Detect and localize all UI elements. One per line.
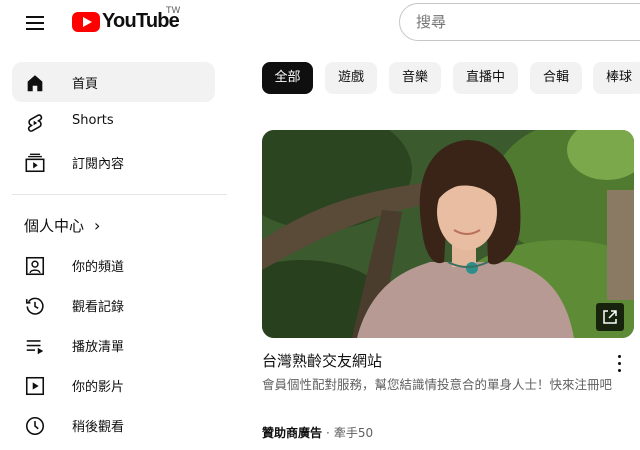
external-link-icon bbox=[603, 310, 617, 324]
sidebar-item-shorts[interactable]: Shorts bbox=[12, 102, 215, 142]
region-code: TW bbox=[166, 6, 181, 16]
chip-music[interactable]: 音樂 bbox=[389, 62, 441, 94]
ad-thumbnail-image bbox=[262, 130, 634, 338]
chip-live[interactable]: 直播中 bbox=[453, 62, 518, 94]
sidebar-item-playlists[interactable]: 播放清單 bbox=[12, 325, 215, 365]
history-icon bbox=[25, 297, 44, 315]
subscriptions-icon bbox=[25, 153, 45, 173]
chip-baseball[interactable]: 棒球 bbox=[593, 62, 640, 94]
watch-later-icon bbox=[25, 416, 45, 436]
search-input[interactable] bbox=[416, 12, 636, 32]
sidebar-item-your-videos[interactable]: 你的影片 bbox=[12, 365, 215, 405]
shorts-icon bbox=[27, 114, 43, 132]
search-box bbox=[399, 3, 640, 41]
sidebar-divider bbox=[12, 194, 227, 195]
you-heading-label: 個人中心 bbox=[24, 217, 85, 235]
you-section-heading[interactable]: 個人中心 › bbox=[24, 215, 100, 236]
ad-description[interactable]: 會員個性配對服務，幫您結識情投意合的單身人士！快來注冊吧 bbox=[262, 375, 634, 395]
menu-icon bbox=[26, 16, 44, 18]
chevron-right-icon: › bbox=[94, 216, 101, 235]
ad-thumbnail[interactable] bbox=[262, 130, 634, 338]
sidebar-item-watch-later[interactable]: 稍後觀看 bbox=[12, 405, 215, 445]
sidebar-item-label: 你的頻道 bbox=[72, 260, 125, 275]
playlists-icon bbox=[26, 340, 44, 355]
kebab-icon bbox=[618, 355, 621, 358]
sidebar-item-label: 稍後觀看 bbox=[72, 420, 125, 435]
meta-separator: · bbox=[326, 426, 330, 440]
your-channel-icon bbox=[25, 256, 45, 276]
your-videos-icon bbox=[25, 376, 45, 396]
ad-title[interactable]: 台灣熟齡交友網站 bbox=[262, 350, 382, 371]
sidebar-item-label: 訂閱內容 bbox=[72, 157, 125, 172]
sidebar-item-label: 你的影片 bbox=[72, 380, 125, 395]
menu-button[interactable] bbox=[20, 10, 50, 36]
sidebar-item-label: 播放清單 bbox=[72, 340, 125, 355]
youtube-play-icon bbox=[72, 12, 100, 32]
sidebar-item-your-channel[interactable]: 你的頻道 bbox=[12, 245, 215, 285]
sidebar-item-label: Shorts bbox=[72, 113, 114, 128]
sidebar-item-label: 首頁 bbox=[72, 77, 99, 92]
sidebar-item-home[interactable]: 首頁 bbox=[12, 62, 215, 102]
advertiser-name[interactable]: 牽手50 bbox=[334, 426, 373, 440]
home-icon bbox=[27, 75, 43, 92]
chip-gaming[interactable]: 遊戲 bbox=[325, 62, 377, 94]
sidebar-item-history[interactable]: 觀看記錄 bbox=[12, 285, 215, 325]
more-options-button[interactable] bbox=[610, 352, 630, 374]
open-external-button[interactable] bbox=[596, 303, 624, 331]
sponsored-label: 贊助商廣告 bbox=[262, 426, 323, 440]
sidebar-item-label: 觀看記錄 bbox=[72, 300, 125, 315]
youtube-logo[interactable]: YouTube TW bbox=[70, 6, 185, 39]
sidebar-item-subscriptions[interactable]: 訂閱內容 bbox=[12, 142, 215, 182]
chip-all[interactable]: 全部 bbox=[262, 62, 313, 94]
ad-meta: 贊助商廣告 · 牽手50 bbox=[262, 424, 373, 441]
chip-mixes[interactable]: 合輯 bbox=[530, 62, 582, 94]
